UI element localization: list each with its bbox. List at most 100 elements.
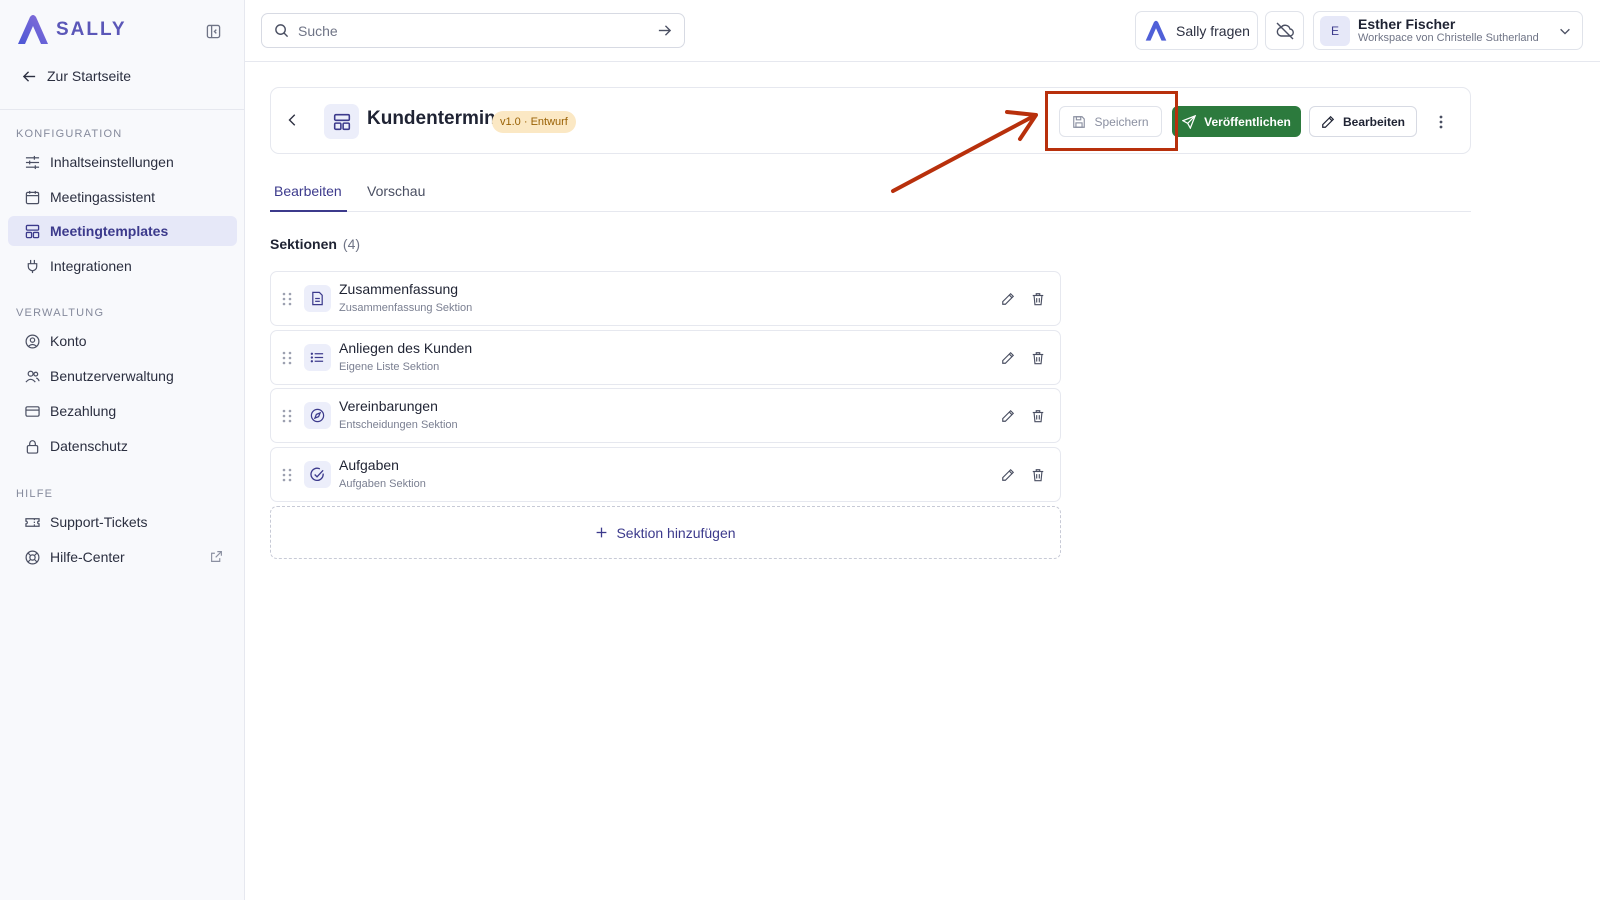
arrow-left-icon: [22, 70, 36, 82]
sidebar-item-bezahlung[interactable]: Bezahlung: [8, 396, 237, 426]
back-button[interactable]: [281, 108, 305, 132]
sections-count: (4): [342, 236, 361, 252]
drag-handle-icon[interactable]: [281, 467, 293, 483]
delete-section-button[interactable]: [1028, 348, 1048, 368]
section-subtitle: Zusammenfassung Sektion: [339, 302, 473, 314]
brand-logo[interactable]: SALLY: [16, 14, 127, 46]
ask-sally-button[interactable]: Sally fragen: [1135, 11, 1258, 50]
sidebar-item-label: Meetingtemplates: [50, 223, 169, 239]
template-icon: [24, 223, 40, 239]
sections-heading-label: Sektionen: [270, 236, 337, 252]
sidebar-item-benutzerverwaltung[interactable]: Benutzerverwaltung: [8, 361, 237, 391]
edit-section-button[interactable]: [998, 465, 1018, 485]
sidebar-divider: [0, 109, 245, 110]
edit-section-button[interactable]: [998, 406, 1018, 426]
trash-icon: [1032, 410, 1044, 423]
sidebar-item-label: Konto: [50, 333, 87, 349]
pencil-icon: [1322, 115, 1335, 128]
collapse-sidebar-button[interactable]: [204, 22, 222, 40]
plug-icon: [24, 258, 40, 274]
group-label-konfiguration: KONFIGURATION: [16, 128, 123, 140]
cloud-off-icon: [1276, 22, 1294, 39]
pencil-icon: [1002, 292, 1015, 305]
user-menu-button[interactable]: E Esther Fischer Workspace von Christell…: [1313, 11, 1583, 50]
user-info: Esther Fischer Workspace von Christelle …: [1358, 16, 1539, 45]
sidebar-item-integrationen[interactable]: Integrationen: [8, 251, 237, 281]
edit-section-button[interactable]: [998, 348, 1018, 368]
search-box[interactable]: [261, 13, 685, 48]
sidebar-item-konto[interactable]: Konto: [8, 326, 237, 356]
drag-handle-icon[interactable]: [281, 291, 293, 307]
section-title: Vereinbarungen: [339, 398, 438, 414]
brand-name: SALLY: [56, 19, 127, 40]
section-row[interactable]: Zusammenfassung Zusammenfassung Sektion: [270, 271, 1061, 326]
sidebar-item-meetingtemplates[interactable]: Meetingtemplates: [8, 216, 237, 246]
section-subtitle: Eigene Liste Sektion: [339, 361, 440, 373]
section-row[interactable]: Anliegen des Kunden Eigene Liste Sektion: [270, 330, 1061, 385]
publish-button[interactable]: Veröffentlichen: [1172, 106, 1301, 137]
pencil-icon: [1002, 468, 1015, 481]
trash-icon: [1032, 293, 1044, 306]
drag-handle-icon[interactable]: [281, 408, 293, 424]
user-circle-icon: [24, 333, 40, 349]
drag-handle-icon[interactable]: [281, 350, 293, 366]
sidebar-item-label: Hilfe-Center: [50, 549, 125, 565]
lock-icon: [24, 438, 40, 454]
section-subtitle: Aufgaben Sektion: [339, 478, 426, 490]
sidebar: SALLY Zur Startseite KONFIGURATION Inhal…: [0, 0, 245, 900]
pencil-icon: [1002, 409, 1015, 422]
section-title: Zusammenfassung: [339, 281, 459, 297]
sidebar-item-support-tickets[interactable]: Support-Tickets: [8, 507, 237, 537]
arrow-right-icon[interactable]: [657, 23, 672, 38]
lifebuoy-icon: [24, 549, 40, 565]
more-options-button[interactable]: [1429, 106, 1453, 137]
annotation-highlight-box: [1045, 91, 1178, 151]
sidebar-item-meetingassistent[interactable]: Meetingassistent: [8, 182, 237, 212]
document-icon: [304, 285, 331, 312]
delete-section-button[interactable]: [1028, 465, 1048, 485]
add-section-button[interactable]: Sektion hinzufügen: [270, 506, 1061, 559]
calendar-icon: [24, 189, 40, 205]
edit-section-button[interactable]: [998, 289, 1018, 309]
user-name: Esther Fischer: [1358, 16, 1456, 33]
status-badge: v1.0 · Entwurf: [492, 111, 576, 133]
edit-button[interactable]: Bearbeiten: [1309, 106, 1417, 137]
tab-vorschau[interactable]: Vorschau: [367, 183, 425, 199]
add-section-label: Sektion hinzufügen: [616, 524, 736, 541]
delete-section-button[interactable]: [1028, 406, 1048, 426]
template-icon: [324, 104, 359, 139]
sidebar-item-inhaltseinstellungen[interactable]: Inhaltseinstellungen: [8, 147, 237, 177]
home-link-label: Zur Startseite: [47, 68, 132, 84]
compass-icon: [304, 402, 331, 429]
section-title: Anliegen des Kunden: [339, 340, 473, 356]
sidebar-toggle-icon: [206, 24, 220, 38]
ticket-icon: [24, 514, 40, 530]
edit-button-label: Bearbeiten: [1342, 114, 1406, 129]
delete-section-button[interactable]: [1028, 289, 1048, 309]
list-icon: [304, 344, 331, 371]
chevron-left-icon: [288, 114, 296, 126]
trash-icon: [1032, 352, 1044, 365]
section-row[interactable]: Vereinbarungen Entscheidungen Sektion: [270, 388, 1061, 443]
sally-logo-icon: [1145, 20, 1167, 41]
sally-logo-icon: [18, 15, 48, 44]
page-title: Kundentermin: [367, 108, 496, 129]
section-row[interactable]: Aufgaben Aufgaben Sektion: [270, 447, 1061, 502]
sidebar-item-label: Bezahlung: [50, 403, 117, 419]
plus-icon: [597, 527, 607, 538]
sections-heading: Sektionen (4): [270, 236, 360, 252]
search-input[interactable]: [298, 22, 648, 39]
group-label-verwaltung: VERWALTUNG: [16, 307, 105, 319]
users-icon: [24, 368, 40, 384]
sidebar-item-hilfe-center[interactable]: Hilfe-Center: [8, 542, 237, 572]
ask-sally-label: Sally fragen: [1176, 22, 1250, 39]
sync-toggle-button[interactable]: [1265, 11, 1304, 50]
sidebar-item-datenschutz[interactable]: Datenschutz: [8, 431, 237, 461]
group-label-hilfe: HILFE: [16, 488, 54, 500]
tab-bearbeiten[interactable]: Bearbeiten: [274, 183, 342, 199]
annotation-arrow: [891, 110, 1038, 193]
publish-button-label: Veröffentlichen: [1204, 114, 1291, 129]
home-link[interactable]: Zur Startseite: [22, 68, 131, 84]
more-vertical-icon: [1439, 115, 1443, 128]
chevron-down-icon: [1560, 28, 1570, 35]
